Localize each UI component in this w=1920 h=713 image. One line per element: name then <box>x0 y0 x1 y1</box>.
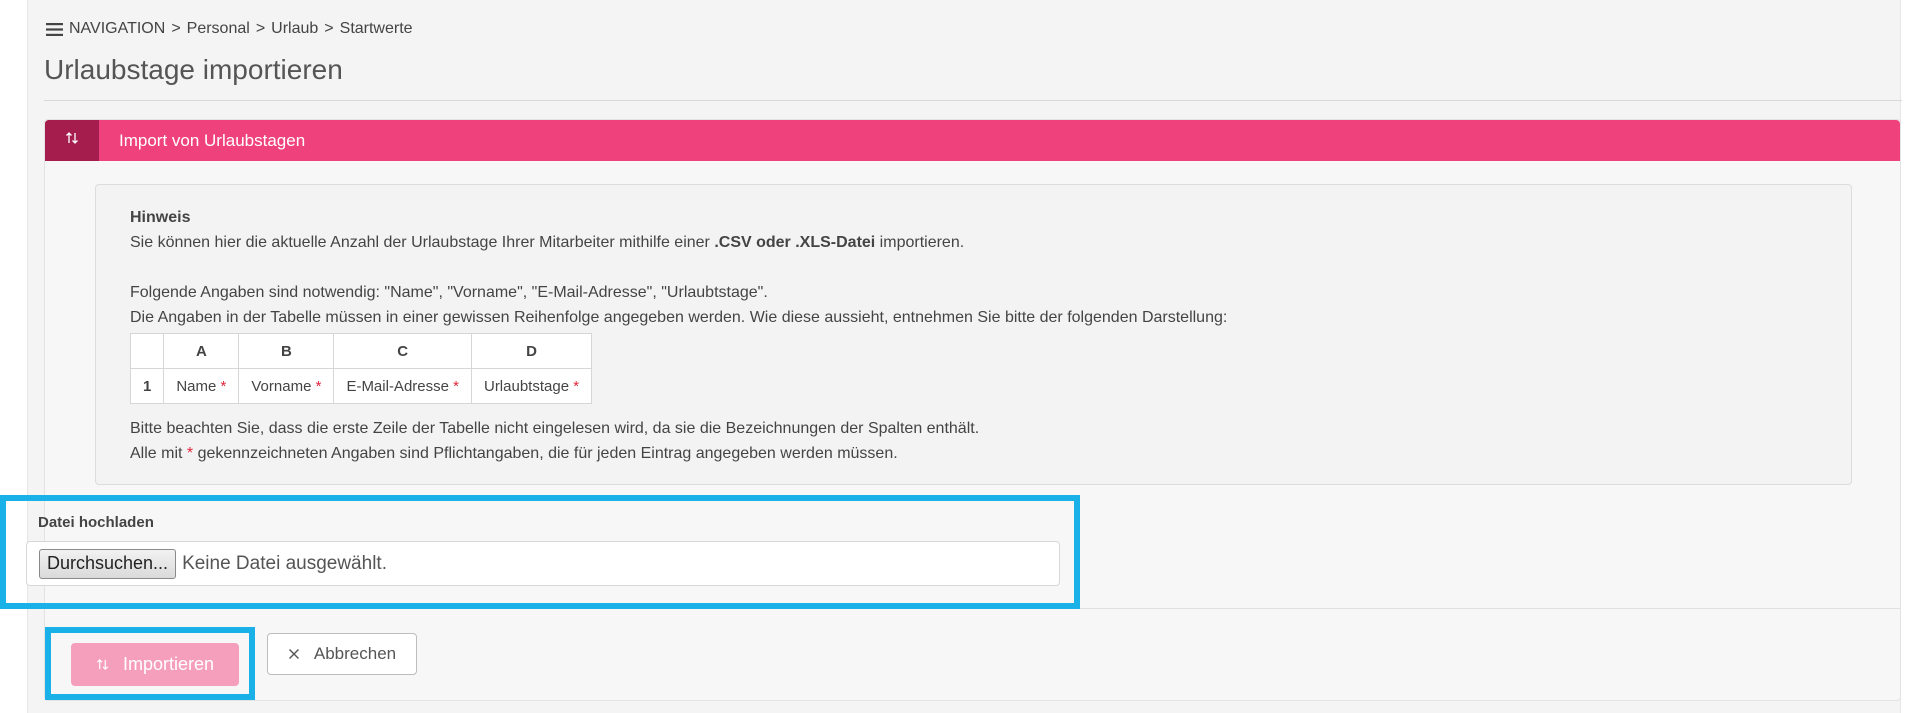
hint-intro-text: Sie können hier die aktuelle Anzahl der … <box>130 234 715 251</box>
table-column-header: A <box>163 333 240 369</box>
cell-text: E-Mail-Adresse <box>346 377 449 395</box>
hint-heading: Hinweis <box>130 209 191 226</box>
table-cell: Name * <box>163 368 240 404</box>
browse-button[interactable]: Durchsuchen... <box>39 548 177 579</box>
table-cell: Vorname * <box>238 368 335 404</box>
left-sidebar-edge <box>0 0 28 713</box>
breadcrumb-navigation[interactable]: NAVIGATION <box>69 20 165 38</box>
breadcrumb-item-startwerte: Startwerte <box>339 20 413 37</box>
table-cell: E-Mail-Adresse * <box>333 368 472 404</box>
mandatory-prefix: Alle mit <box>130 445 187 462</box>
cancel-button-label: Abbrechen <box>313 644 397 663</box>
sort-arrows-icon <box>65 131 79 150</box>
cell-text: Urlaubtstage <box>483 377 570 395</box>
import-button[interactable]: Importieren <box>71 643 239 686</box>
breadcrumb-separator: > <box>171 20 181 37</box>
import-button-label: Importieren <box>122 654 215 674</box>
hint-required-fields: Folgende Angaben sind notwendig: "Name",… <box>130 284 768 301</box>
close-icon <box>288 648 300 660</box>
required-marker: * <box>573 377 580 395</box>
cell-text: Name <box>176 377 217 395</box>
card-header-icon-box <box>45 120 99 161</box>
hamburger-menu-icon[interactable] <box>46 22 63 36</box>
file-upload-input[interactable]: Durchsuchen... Keine Datei ausgewählt. <box>26 541 1060 586</box>
breadcrumb-separator: > <box>324 20 334 37</box>
upload-label: Datei hochladen <box>38 514 154 531</box>
breadcrumb-separator: > <box>255 20 266 37</box>
required-marker: * <box>315 377 322 395</box>
table-column-header: D <box>470 333 593 369</box>
breadcrumb-item-urlaub[interactable]: Urlaub <box>271 20 318 38</box>
table-corner-cell <box>129 333 165 369</box>
import-card: Import von Urlaubstagen Hinweis Sie könn… <box>44 119 1901 701</box>
cancel-button[interactable]: Abbrechen <box>267 633 417 675</box>
hint-mandatory-note: Alle mit * gekennzeichneten Angaben sind… <box>130 441 1817 466</box>
file-status-text: Keine Datei ausgewählt. <box>182 552 387 574</box>
title-divider <box>44 100 1902 101</box>
hint-order-note: Die Angaben in der Tabelle müssen in ein… <box>130 309 1228 326</box>
card-header-title: Import von Urlaubstagen <box>119 130 306 150</box>
required-marker: * <box>453 377 459 395</box>
cell-text: Vorname <box>251 377 312 395</box>
mandatory-suffix: gekennzeichneten Angaben sind Pflichtang… <box>193 445 898 462</box>
breadcrumb-item-personal[interactable]: Personal <box>187 20 250 38</box>
hint-intro-suffix: importieren. <box>875 234 965 251</box>
column-order-table: A B C D 1 Name * Vorname * E-Mail-Adress… <box>129 333 593 404</box>
hint-file-types: .CSV oder .XLS-Datei <box>714 234 876 251</box>
hint-box: Hinweis Sie können hier die aktuelle Anz… <box>95 184 1852 485</box>
table-row: 1 Name * Vorname * E-Mail-Adresse * Urla… <box>129 368 593 404</box>
required-marker: * <box>220 377 227 395</box>
page-title: Urlaubstage importieren <box>44 54 343 85</box>
table-cell: Urlaubtstage * <box>470 368 593 404</box>
table-header-row: A B C D <box>129 333 593 369</box>
card-header: Import von Urlaubstagen <box>45 120 1900 161</box>
table-column-header: B <box>238 333 335 369</box>
hint-first-row-note: Bitte beachten Sie, dass die erste Zeile… <box>130 420 980 437</box>
table-row-number: 1 <box>129 368 165 404</box>
sort-arrows-icon <box>96 658 109 671</box>
breadcrumb: NAVIGATION > Personal > Urlaub > Startwe… <box>46 18 413 40</box>
right-scroll-edge <box>1900 0 1920 713</box>
footer-divider <box>45 608 1901 609</box>
hint-intro: Sie können hier die aktuelle Anzahl der … <box>130 230 1817 255</box>
table-column-header: C <box>333 333 472 369</box>
